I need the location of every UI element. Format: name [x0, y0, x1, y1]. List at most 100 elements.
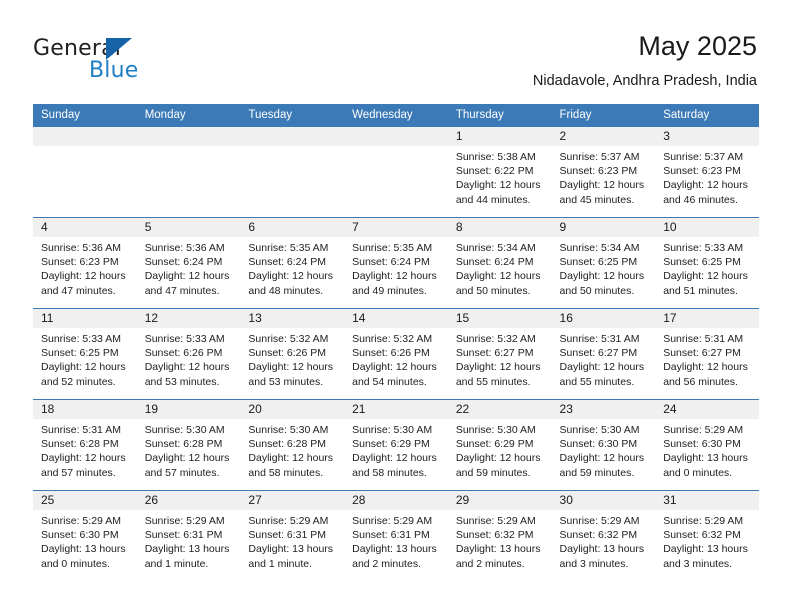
daylight-duration-line2: and 55 minutes.: [455, 375, 531, 388]
calendar-day-cell[interactable]: 11 Sunrise: 5:33 AM Sunset: 6:25 PM Dayligh…: [33, 308, 137, 400]
calendar-day-cell[interactable]: 31 Sunrise: 5:29 AM Sunset: 6:32 PM Dayligh…: [655, 490, 759, 581]
calendar-day-cell-empty: [240, 127, 345, 218]
day-number: 14: [344, 309, 448, 328]
sunrise-time: Sunrise: 5:30 AM: [248, 424, 329, 436]
calendar-day-cell[interactable]: 17 Sunrise: 5:31 AM Sunset: 6:27 PM Dayligh…: [655, 308, 759, 400]
day-number: 28: [344, 491, 448, 510]
daylight-duration-line1: Daylight: 12 hours: [248, 270, 334, 283]
sunset-time: Sunset: 6:30 PM: [663, 438, 741, 451]
calendar-day-cell[interactable]: 7 Sunrise: 5:35 AM Sunset: 6:24 PM Daylight…: [344, 217, 448, 309]
calendar-day-cell[interactable]: 12 Sunrise: 5:33 AM Sunset: 6:26 PM Dayligh…: [136, 308, 241, 400]
calendar-day-cell[interactable]: 23 Sunrise: 5:30 AM Sunset: 6:30 PM Dayligh…: [551, 399, 656, 491]
sunrise-time: Sunrise: 5:36 AM: [144, 242, 225, 254]
sunset-time: Sunset: 6:25 PM: [559, 256, 638, 269]
sunrise-time: Sunrise: 5:30 AM: [559, 424, 640, 436]
calendar-day-cell[interactable]: 14 Sunrise: 5:32 AM Sunset: 6:26 PM Dayligh…: [344, 308, 448, 400]
sunrise-time: Sunrise: 5:33 AM: [144, 333, 225, 345]
calendar-week-row: 4 Sunrise: 5:36 AM Sunset: 6:23 PM Daylight…: [33, 217, 759, 309]
calendar-day-cell[interactable]: 10 Sunrise: 5:33 AM Sunset: 6:25 PM Dayligh…: [655, 217, 759, 309]
daylight-duration-line1: Daylight: 12 hours: [455, 270, 541, 283]
day-number: 2: [551, 127, 656, 146]
calendar-day-cell[interactable]: 6 Sunrise: 5:35 AM Sunset: 6:24 PM Daylight…: [240, 217, 345, 309]
calendar-day-cell[interactable]: 27 Sunrise: 5:29 AM Sunset: 6:31 PM Dayligh…: [240, 490, 345, 581]
calendar-day-cell[interactable]: 25 Sunrise: 5:29 AM Sunset: 6:30 PM Dayligh…: [33, 490, 137, 581]
day-number: [344, 127, 448, 146]
sunrise-time: Sunrise: 5:35 AM: [248, 242, 329, 254]
daylight-duration-line1: Daylight: 12 hours: [248, 361, 334, 374]
sunset-time: Sunset: 6:32 PM: [559, 529, 638, 542]
calendar-day-cell[interactable]: 18 Sunrise: 5:31 AM Sunset: 6:28 PM Dayligh…: [33, 399, 137, 491]
calendar-day-cell[interactable]: 2 Sunrise: 5:37 AM Sunset: 6:23 PM Daylight…: [551, 127, 656, 218]
calendar-header-row: Sunday Monday Tuesday Wednesday Thursday…: [33, 104, 759, 127]
calendar-day-cell[interactable]: 4 Sunrise: 5:36 AM Sunset: 6:23 PM Daylight…: [33, 217, 137, 309]
daylight-duration-line1: Daylight: 12 hours: [352, 452, 437, 465]
day-cell-inner: 13 Sunrise: 5:32 AM Sunset: 6:26 PM Dayligh…: [240, 309, 345, 399]
calendar-day-cell[interactable]: 15 Sunrise: 5:32 AM Sunset: 6:27 PM Dayligh…: [447, 308, 552, 400]
calendar-day-cell[interactable]: 13 Sunrise: 5:32 AM Sunset: 6:26 PM Dayligh…: [240, 308, 345, 400]
daylight-duration-line2: and 50 minutes.: [455, 284, 531, 297]
calendar-day-cell[interactable]: 5 Sunrise: 5:36 AM Sunset: 6:24 PM Daylight…: [136, 217, 241, 309]
sunrise-time: Sunrise: 5:30 AM: [352, 424, 433, 436]
day-cell-inner: [136, 127, 241, 217]
calendar-day-cell[interactable]: 26 Sunrise: 5:29 AM Sunset: 6:31 PM Dayligh…: [136, 490, 241, 581]
sunset-time: Sunset: 6:26 PM: [144, 347, 223, 360]
calendar-day-cell[interactable]: 24 Sunrise: 5:29 AM Sunset: 6:30 PM Dayligh…: [655, 399, 759, 491]
day-number: 12: [136, 309, 241, 328]
daylight-duration-line2: and 58 minutes.: [352, 466, 427, 479]
day-details: Sunrise: 5:33 AM Sunset: 6:25 PM Daylight:…: [655, 237, 759, 298]
calendar-day-cell[interactable]: 20 Sunrise: 5:30 AM Sunset: 6:28 PM Dayligh…: [240, 399, 345, 491]
calendar-day-cell[interactable]: 9 Sunrise: 5:34 AM Sunset: 6:25 PM Daylight…: [551, 217, 656, 309]
calendar-day-cell[interactable]: 29 Sunrise: 5:29 AM Sunset: 6:32 PM Dayligh…: [447, 490, 552, 581]
day-cell-inner: 6 Sunrise: 5:35 AM Sunset: 6:24 PM Daylight…: [240, 218, 345, 308]
day-details: Sunrise: 5:35 AM Sunset: 6:24 PM Daylight:…: [240, 237, 344, 298]
daylight-duration-line2: and 49 minutes.: [352, 284, 427, 297]
sunset-time: Sunset: 6:24 PM: [144, 256, 223, 269]
daylight-duration-line2: and 48 minutes.: [248, 284, 324, 297]
sunset-time: Sunset: 6:31 PM: [352, 529, 430, 542]
brand-logo[interactable]: General Blue: [33, 36, 253, 88]
calendar-day-cell[interactable]: 8 Sunrise: 5:34 AM Sunset: 6:24 PM Daylight…: [447, 217, 552, 309]
sunset-time: Sunset: 6:24 PM: [248, 256, 327, 269]
calendar-day-cell[interactable]: 1 Sunrise: 5:38 AM Sunset: 6:22 PM Daylight…: [447, 127, 552, 218]
daylight-duration-line1: Daylight: 12 hours: [144, 270, 230, 283]
calendar-day-cell[interactable]: 3 Sunrise: 5:37 AM Sunset: 6:23 PM Daylight…: [655, 127, 759, 218]
daylight-duration-line2: and 50 minutes.: [559, 284, 635, 297]
sunrise-time: Sunrise: 5:32 AM: [455, 333, 536, 345]
day-details: Sunrise: 5:36 AM Sunset: 6:24 PM Daylight:…: [137, 237, 241, 298]
day-details: Sunrise: 5:34 AM Sunset: 6:24 PM Daylight:…: [448, 237, 552, 298]
weekday-header-friday: Friday: [551, 104, 656, 127]
day-cell-inner: 10 Sunrise: 5:33 AM Sunset: 6:25 PM Dayligh…: [655, 218, 759, 308]
day-cell-inner: 9 Sunrise: 5:34 AM Sunset: 6:25 PM Daylight…: [551, 218, 656, 308]
daylight-duration-line1: Daylight: 12 hours: [41, 452, 126, 465]
day-details: Sunrise: 5:30 AM Sunset: 6:29 PM Daylight:…: [448, 419, 552, 480]
sunrise-time: Sunrise: 5:30 AM: [455, 424, 536, 436]
sunset-time: Sunset: 6:23 PM: [663, 165, 741, 178]
calendar-day-cell[interactable]: 21 Sunrise: 5:30 AM Sunset: 6:29 PM Dayligh…: [344, 399, 448, 491]
day-details: Sunrise: 5:29 AM Sunset: 6:31 PM Daylight:…: [240, 510, 344, 571]
calendar-day-cell[interactable]: 30 Sunrise: 5:29 AM Sunset: 6:32 PM Dayligh…: [551, 490, 656, 581]
sunrise-time: Sunrise: 5:38 AM: [455, 151, 536, 163]
calendar-day-cell[interactable]: 19 Sunrise: 5:30 AM Sunset: 6:28 PM Dayligh…: [136, 399, 241, 491]
sunrise-time: Sunrise: 5:32 AM: [352, 333, 433, 345]
sunrise-time: Sunrise: 5:29 AM: [352, 515, 433, 527]
day-number: 8: [447, 218, 552, 237]
day-cell-inner: 17 Sunrise: 5:31 AM Sunset: 6:27 PM Dayligh…: [655, 309, 759, 399]
day-number: 10: [655, 218, 759, 237]
sunrise-time: Sunrise: 5:29 AM: [663, 515, 744, 527]
calendar-day-cell[interactable]: 28 Sunrise: 5:29 AM Sunset: 6:31 PM Dayligh…: [344, 490, 448, 581]
daylight-duration-line2: and 0 minutes.: [41, 557, 110, 570]
sunset-time: Sunset: 6:23 PM: [41, 256, 119, 269]
calendar-day-cell[interactable]: 22 Sunrise: 5:30 AM Sunset: 6:29 PM Dayligh…: [447, 399, 552, 491]
daylight-duration-line2: and 2 minutes.: [352, 557, 421, 570]
day-details: Sunrise: 5:29 AM Sunset: 6:30 PM Daylight:…: [655, 419, 759, 480]
sunrise-time: Sunrise: 5:29 AM: [248, 515, 329, 527]
day-cell-inner: 22 Sunrise: 5:30 AM Sunset: 6:29 PM Dayligh…: [447, 400, 552, 490]
sunrise-time: Sunrise: 5:33 AM: [663, 242, 744, 254]
daylight-duration-line1: Daylight: 12 hours: [559, 270, 645, 283]
day-cell-inner: [240, 127, 345, 217]
calendar-day-cell-empty: [344, 127, 448, 218]
calendar-day-cell[interactable]: 16 Sunrise: 5:31 AM Sunset: 6:27 PM Dayligh…: [551, 308, 656, 400]
day-number: 22: [447, 400, 552, 419]
daylight-duration-line1: Daylight: 12 hours: [455, 361, 541, 374]
sunrise-time: Sunrise: 5:29 AM: [41, 515, 121, 527]
